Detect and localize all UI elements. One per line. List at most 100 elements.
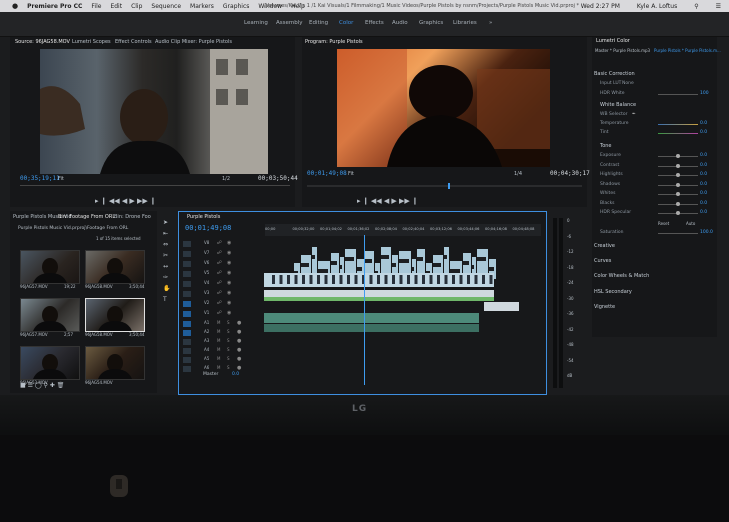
clip-gap[interactable] — [331, 261, 337, 265]
track-target-toggle[interactable] — [183, 348, 191, 354]
tone-value[interactable]: 0.0 — [700, 201, 707, 206]
menu-file[interactable]: File — [91, 3, 101, 10]
audio-track-header[interactable]: A6 M S ● — [183, 365, 263, 373]
clip-gap[interactable] — [381, 255, 389, 259]
clip-edge[interactable] — [377, 275, 380, 284]
lock-icon[interactable]: ☍ — [217, 240, 222, 246]
lumetri-clip-sequence[interactable]: Purple Pistols * Purple Pistols.m... — [654, 48, 721, 53]
track-target-toggle[interactable] — [183, 339, 191, 345]
source-scrub-bar[interactable] — [20, 185, 290, 186]
tone-slider-knob[interactable] — [676, 173, 680, 177]
workspace-color[interactable]: Color — [339, 20, 353, 26]
hdr-white-slider[interactable] — [658, 94, 698, 95]
track-target-toggle[interactable] — [183, 281, 191, 287]
tone-slider-knob[interactable] — [676, 201, 680, 206]
sequence-tab[interactable]: Purple Pistols — [187, 214, 220, 220]
menu-graphics[interactable]: Graphics — [223, 3, 250, 10]
clip-edge[interactable] — [369, 275, 373, 284]
mic-icon[interactable]: ● — [237, 356, 241, 362]
lock-icon[interactable]: ☍ — [217, 260, 222, 266]
clip-edge[interactable] — [407, 275, 410, 284]
audio-clip-a1[interactable] — [264, 313, 479, 323]
clip-edge[interactable] — [317, 275, 320, 284]
clip-gap[interactable] — [392, 263, 396, 267]
tab-lumetri-scopes[interactable]: Lumetri Scopes — [72, 39, 111, 45]
audio-track-header[interactable]: A5 M S ● — [183, 356, 263, 364]
tone-value[interactable]: 0.0 — [700, 153, 707, 158]
video-track-header[interactable]: V4 ☍ ◉ — [183, 280, 263, 288]
menu-markers[interactable]: Markers — [190, 3, 214, 10]
clip-edge[interactable] — [414, 275, 418, 284]
eye-icon[interactable]: ◉ — [227, 260, 231, 266]
source-fit-dropdown[interactable]: Fit — [58, 176, 64, 182]
clip-edge[interactable] — [294, 275, 298, 284]
tone-value[interactable]: 0.0 — [700, 172, 707, 177]
program-video-frame[interactable] — [337, 49, 550, 167]
user-name[interactable]: Kyle A. Loftus — [637, 3, 677, 10]
program-scale-dropdown[interactable]: 1/4 — [514, 171, 522, 177]
video-track-header[interactable]: V8 ☍ ◉ — [183, 240, 263, 248]
temperature-slider[interactable] — [658, 124, 698, 125]
clip-gap[interactable] — [318, 269, 328, 273]
clip-thumbnail[interactable] — [20, 346, 80, 380]
slip-tool-icon[interactable]: ↔ — [163, 264, 169, 270]
track-target-toggle[interactable] — [183, 301, 191, 307]
track-target-toggle[interactable] — [183, 321, 191, 327]
solo-button[interactable]: S — [227, 365, 230, 370]
section-curves[interactable]: Curves — [594, 258, 611, 264]
source-video-frame[interactable] — [40, 49, 268, 174]
clip-gap[interactable] — [312, 255, 315, 259]
workspace-libraries[interactable]: Libraries — [453, 20, 477, 26]
tab-effect-controls[interactable]: Effect Controls — [115, 39, 152, 45]
section-white-balance[interactable]: White Balance — [600, 102, 636, 108]
clip-edge[interactable] — [459, 275, 463, 284]
pen-tool-icon[interactable]: ✑ — [163, 275, 169, 281]
video-track-header[interactable]: V3 ☍ ◉ — [183, 290, 263, 298]
mute-button[interactable]: M — [217, 356, 220, 361]
tint-slider[interactable] — [658, 133, 698, 134]
clip-thumbnail[interactable] — [20, 298, 80, 332]
clip-edge[interactable] — [354, 275, 358, 284]
app-name[interactable]: Premiere Pro CC — [27, 3, 82, 10]
playhead[interactable] — [364, 235, 365, 385]
track-target-toggle[interactable] — [183, 241, 191, 247]
hand-tool-icon[interactable]: ✋ — [163, 286, 170, 292]
track-select-icon[interactable]: ⇤ — [163, 231, 169, 237]
input-lut-dropdown[interactable]: None — [622, 81, 634, 86]
clip-edge[interactable] — [309, 275, 313, 284]
clip-edge[interactable] — [272, 275, 275, 284]
clock[interactable]: Wed 2:27 PM — [581, 3, 620, 10]
solo-button[interactable]: S — [227, 338, 230, 343]
track-target-toggle[interactable] — [183, 271, 191, 277]
clip-thumbnail[interactable] — [85, 250, 145, 284]
section-color-wheels[interactable]: Color Wheels & Match — [594, 273, 649, 279]
razor-tool-icon[interactable]: ✂ — [163, 253, 169, 259]
clip-edge[interactable] — [422, 275, 425, 284]
lock-icon[interactable]: ☍ — [217, 280, 222, 286]
clip-edge[interactable] — [399, 275, 403, 284]
reset-button[interactable]: Reset — [658, 221, 669, 226]
clip-gap[interactable] — [340, 265, 342, 269]
source-scale-dropdown[interactable]: 1/2 — [222, 176, 230, 182]
workspace-more[interactable]: » — [489, 20, 492, 26]
audio-track-header[interactable]: A4 M S ● — [183, 347, 263, 355]
clip-edge[interactable] — [279, 275, 283, 284]
tone-slider-knob[interactable] — [676, 182, 680, 187]
program-timecode-left[interactable]: 00;01;49;08 — [307, 170, 347, 177]
master-track-value[interactable]: 0.0 — [232, 372, 239, 377]
clip-gap[interactable] — [357, 267, 362, 271]
solo-button[interactable]: S — [227, 356, 230, 361]
timeline-clips-area[interactable] — [264, 235, 542, 385]
timeline-timecode[interactable]: 00;01;49;08 — [185, 224, 231, 232]
eye-icon[interactable]: ◉ — [227, 240, 231, 246]
section-basic-correction[interactable]: Basic Correction — [594, 71, 635, 77]
clip-edge[interactable] — [384, 275, 388, 284]
saturation-value[interactable]: 100.0 — [700, 230, 713, 235]
mute-button[interactable]: M — [217, 338, 220, 343]
eye-icon[interactable]: ◉ — [227, 280, 231, 286]
workspace-assembly[interactable]: Assembly — [276, 20, 303, 26]
section-hsl-secondary[interactable]: HSL Secondary — [594, 289, 632, 295]
clip-edge[interactable] — [287, 275, 290, 284]
workspace-audio[interactable]: Audio — [392, 20, 408, 26]
lumetri-clip-master[interactable]: Master * Purple Pistols.mp3 — [595, 48, 650, 53]
